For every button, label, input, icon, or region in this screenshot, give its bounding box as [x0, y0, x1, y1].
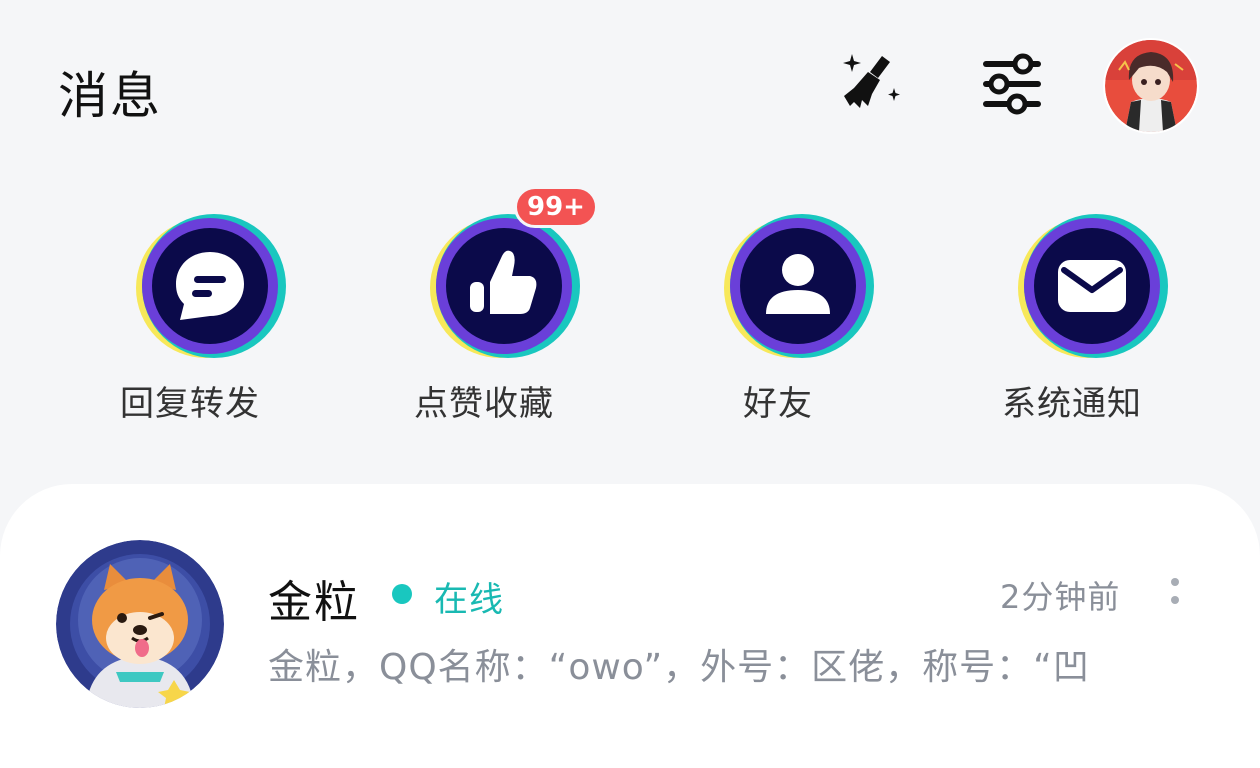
unread-badge: 99+	[514, 186, 598, 228]
conversation-list: 金粒 在线 2分钟前 金粒，QQ名称：“owo”，外号：区佬，称号：“凹	[0, 484, 1260, 768]
message-preview: 金粒，QQ名称：“owo”，外号：区佬，称号：“凹	[268, 647, 1090, 688]
top-bar: 消息	[0, 0, 1260, 180]
category-system[interactable]: 系统通知	[962, 200, 1182, 430]
conversation-item[interactable]: 金粒 在线 2分钟前 金粒，QQ名称：“owo”，外号：区佬，称号：“凹	[0, 538, 1260, 718]
category-label: 回复转发	[120, 384, 260, 424]
more-dot-icon	[1171, 578, 1179, 586]
category-label: 点赞收藏	[414, 384, 554, 424]
profile-avatar[interactable]	[1103, 38, 1199, 134]
page-title: 消息	[58, 67, 162, 125]
shiba-avatar-image	[56, 540, 224, 708]
contact-name: 金粒	[268, 577, 360, 628]
contact-avatar[interactable]	[56, 540, 224, 708]
envelope-icon	[1018, 214, 1168, 358]
avatar-image	[1105, 40, 1197, 132]
message-timestamp: 2分钟前	[1000, 578, 1121, 616]
broom-sparkle-icon	[843, 54, 900, 108]
more-dot-icon	[1171, 596, 1179, 604]
chat-bubble-icon	[136, 214, 286, 358]
online-status-dot	[392, 584, 412, 604]
online-status-text: 在线	[434, 580, 504, 620]
category-friends[interactable]: 好友	[668, 200, 888, 430]
clear-unread-button[interactable]	[830, 44, 910, 124]
category-likes[interactable]: 99+ 点赞收藏	[374, 186, 598, 430]
settings-button[interactable]	[972, 44, 1052, 124]
category-row: 回复转发 99+ 点赞收藏 好友 系统通知	[0, 186, 1260, 440]
category-replies[interactable]: 回复转发	[80, 200, 300, 430]
category-label: 好友	[743, 384, 813, 424]
sliders-icon	[983, 53, 1041, 115]
more-options-button[interactable]	[1160, 568, 1190, 614]
person-icon	[724, 214, 874, 358]
category-label: 系统通知	[1002, 384, 1142, 424]
thumbs-up-icon	[430, 214, 580, 358]
